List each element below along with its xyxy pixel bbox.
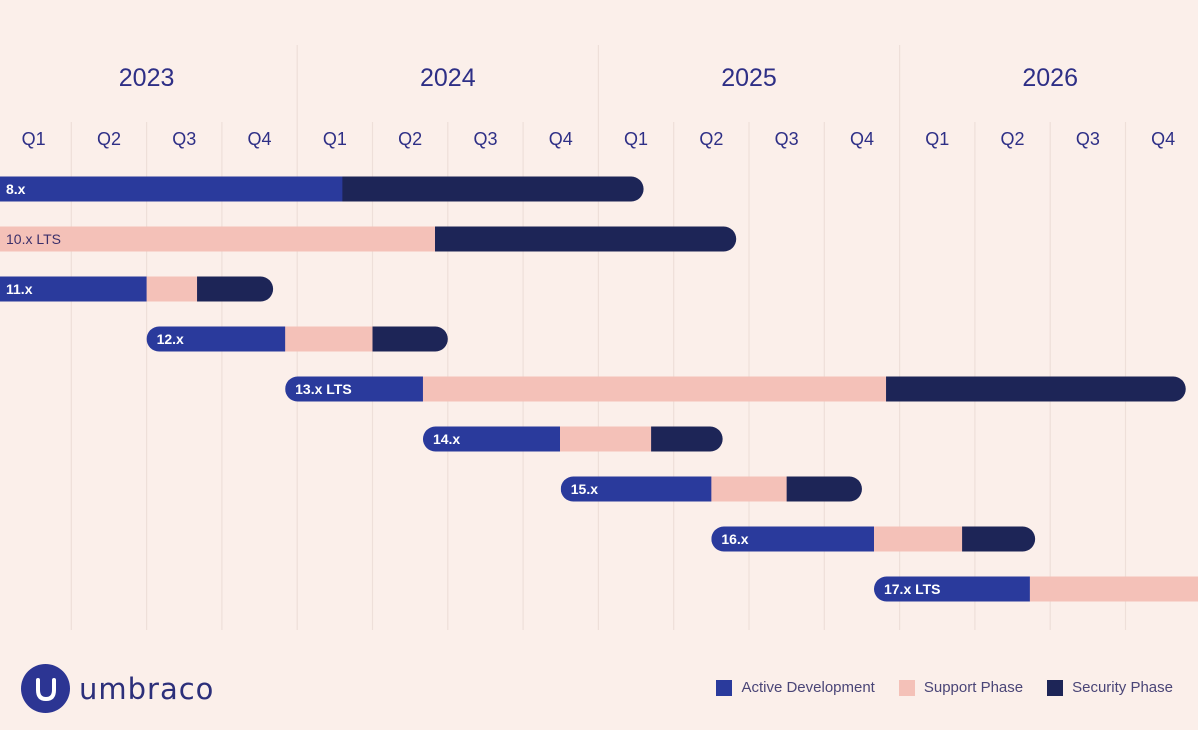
version-bar: 8.x <box>0 176 644 202</box>
quarter-label: Q1 <box>925 129 949 149</box>
legend-label: Security Phase <box>1072 679 1173 696</box>
quarter-label: Q3 <box>1076 129 1100 149</box>
bar-segment-security <box>886 376 1186 402</box>
bar-segment-support <box>873 526 963 552</box>
version-label: 11.x <box>6 281 33 297</box>
legend-label: Support Phase <box>923 679 1024 696</box>
legend-item-support: Support Phase <box>898 679 1024 696</box>
logo-text: umbraco <box>79 671 215 706</box>
legend-swatch-active <box>716 679 733 696</box>
year-label: 2024 <box>420 64 476 92</box>
bar-segment-support <box>1029 576 1198 602</box>
version-bar: 15.x <box>560 476 862 502</box>
quarter-label: Q3 <box>473 129 497 149</box>
quarter-label: Q2 <box>398 129 422 149</box>
version-label: 15.x <box>571 481 598 497</box>
bar-segment-security <box>434 226 737 252</box>
bar-segment-support <box>422 376 887 402</box>
version-bar: 17.x LTS <box>873 576 1198 602</box>
version-bar: 14.x <box>422 426 723 452</box>
version-label: 8.x <box>6 181 26 197</box>
quarter-label: Q1 <box>624 129 648 149</box>
bar-segment-support <box>146 276 198 302</box>
quarter-label: Q4 <box>850 129 874 149</box>
legend-swatch-security <box>1047 679 1064 696</box>
legend-label: Active Development <box>741 679 875 696</box>
quarter-label: Q1 <box>323 129 347 149</box>
version-label: 12.x <box>157 331 184 347</box>
quarter-label: Q4 <box>1151 129 1175 149</box>
umbraco-logo: umbraco <box>21 664 214 713</box>
version-label: 13.x LTS <box>295 381 352 397</box>
version-label: 16.x <box>721 531 748 547</box>
quarter-label: Q2 <box>699 129 723 149</box>
quarter-label: Q4 <box>248 129 272 149</box>
version-bar: 10.x LTS <box>0 226 737 252</box>
bar-segment-support <box>711 476 788 502</box>
bar-segment-support <box>0 226 436 252</box>
legend-swatch-support <box>898 679 915 696</box>
legend-item-active: Active Development <box>716 679 875 696</box>
bar-segment-security <box>197 276 274 302</box>
year-label: 2025 <box>721 64 777 92</box>
bar-segment-security <box>372 326 448 352</box>
quarter-label: Q2 <box>97 129 121 149</box>
release-timeline-chart: 2023 2024 2025 2026 Q1 Q2 Q3 Q4 Q1 Q2 Q3 Q4 Q1 Q2 Q3 Q… <box>0 45 1198 630</box>
version-bar: 11.x <box>0 276 274 302</box>
umbraco-logo-icon <box>21 664 70 713</box>
version-bar: 12.x <box>146 326 448 352</box>
legend: Active Development Support Phase Securit… <box>692 679 1173 696</box>
version-bar: 13.x LTS <box>285 376 1186 402</box>
quarter-label: Q1 <box>22 129 46 149</box>
quarter-label: Q2 <box>1001 129 1025 149</box>
quarter-label: Q4 <box>549 129 573 149</box>
year-label: 2023 <box>119 64 175 92</box>
year-label: 2026 <box>1022 64 1078 92</box>
bar-segment-security <box>651 426 723 452</box>
bar-segment-security <box>962 526 1036 552</box>
version-label: 14.x <box>433 431 460 447</box>
bar-segment-support <box>559 426 652 452</box>
bar-segment-security <box>342 176 644 202</box>
legend-item-security: Security Phase <box>1047 679 1173 696</box>
version-bar: 16.x <box>711 526 1036 552</box>
version-label: 10.x LTS <box>6 231 61 247</box>
bar-segment-security <box>786 476 862 502</box>
quarter-label: Q3 <box>172 129 196 149</box>
bar-segment-active <box>0 176 343 202</box>
bar-segment-support <box>285 326 373 352</box>
quarter-label: Q3 <box>775 129 799 149</box>
version-label: 17.x LTS <box>884 581 941 597</box>
